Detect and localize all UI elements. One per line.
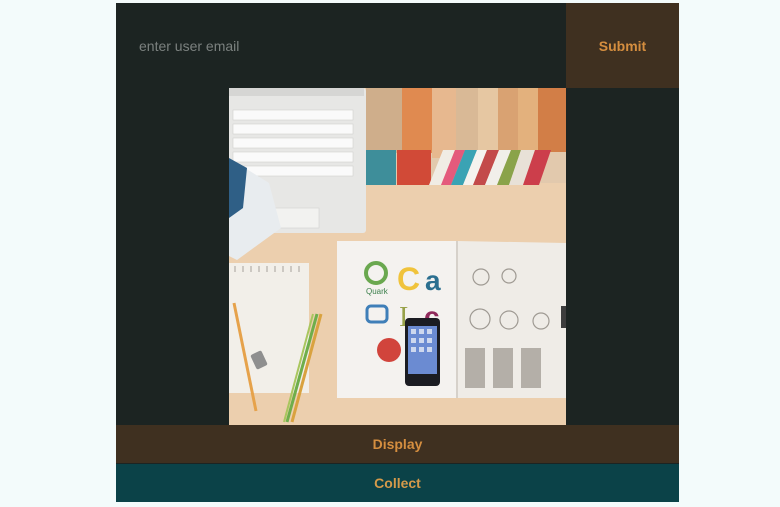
email-form-row: Submit — [116, 3, 679, 88]
photo-logo-text: Quark — [366, 287, 389, 296]
workspace-photo: Quark C a I c — [229, 88, 566, 425]
display-button[interactable]: Display — [116, 425, 679, 463]
collect-button[interactable]: Collect — [116, 464, 679, 502]
email-collector-panel: Submit — [116, 3, 679, 502]
svg-text:a: a — [425, 265, 441, 296]
svg-text:C: C — [397, 261, 420, 297]
submit-button[interactable]: Submit — [566, 3, 679, 88]
email-input[interactable] — [116, 3, 566, 88]
workspace-photo-icon: Quark C a I c — [229, 88, 566, 425]
